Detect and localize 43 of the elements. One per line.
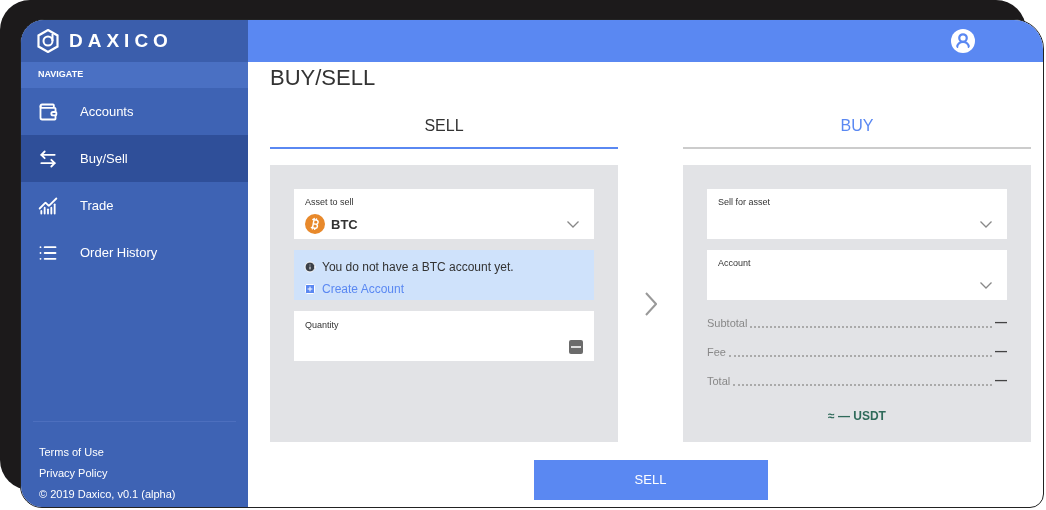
field-label: Account [718, 257, 752, 270]
user-avatar-icon[interactable] [951, 29, 975, 53]
brand-name: DAXICO [69, 28, 173, 53]
section-heading: NAVIGATE [38, 68, 84, 82]
sell-button[interactable]: SELL [533, 460, 768, 500]
chart-icon [38, 195, 58, 216]
select-field[interactable]: Sell for asset [707, 189, 1007, 239]
summary-value: — [995, 372, 1007, 389]
nav-item[interactable]: Accounts [21, 88, 248, 135]
bitcoin-coin-icon [305, 214, 325, 235]
nav-item[interactable]: Trade [21, 182, 248, 229]
nav-item[interactable]: Order History [21, 229, 248, 276]
quantity-field[interactable]: Quantity [294, 311, 594, 361]
summary-value: — [995, 343, 1007, 360]
field-label: Quantity [305, 319, 340, 332]
nav-item[interactable]: Buy/Sell [21, 135, 248, 182]
select-field[interactable]: Account [707, 250, 1007, 300]
summary-value: — [995, 314, 1007, 331]
plus-icon [304, 283, 316, 295]
footer-link[interactable]: Terms of Use [33, 444, 236, 459]
conversion-text: ≈ — USDT [828, 408, 886, 425]
wallet-icon [38, 101, 58, 122]
swap-arrows-icon [38, 148, 58, 169]
page-title: BUY/SELL [270, 65, 377, 91]
asset-value: BTC [331, 215, 358, 234]
summary-label: Total [707, 373, 731, 389]
summary-label: Subtotal [707, 315, 748, 331]
notice-text: You do not have a BTC account yet. [322, 259, 514, 276]
calculator-icon [569, 339, 583, 354]
field-label: Asset to sell [305, 196, 355, 209]
chevron-down-icon [980, 220, 992, 228]
summary-label: Fee [707, 344, 726, 360]
chevron-right-icon [644, 291, 657, 316]
copyright-text: © 2019 Daxico, v0.1 (alpha) [38, 487, 177, 501]
chevron-down-icon [567, 220, 579, 228]
select-field[interactable]: Asset to sell BTC [294, 189, 594, 239]
tab[interactable]: BUY [683, 105, 1031, 149]
tab[interactable]: SELL [270, 105, 618, 149]
logo-icon [37, 29, 59, 53]
chevron-down-icon [980, 281, 992, 289]
field-label: Sell for asset [718, 196, 772, 209]
footer-link[interactable]: Privacy Policy [33, 465, 236, 480]
info-icon [304, 261, 316, 273]
